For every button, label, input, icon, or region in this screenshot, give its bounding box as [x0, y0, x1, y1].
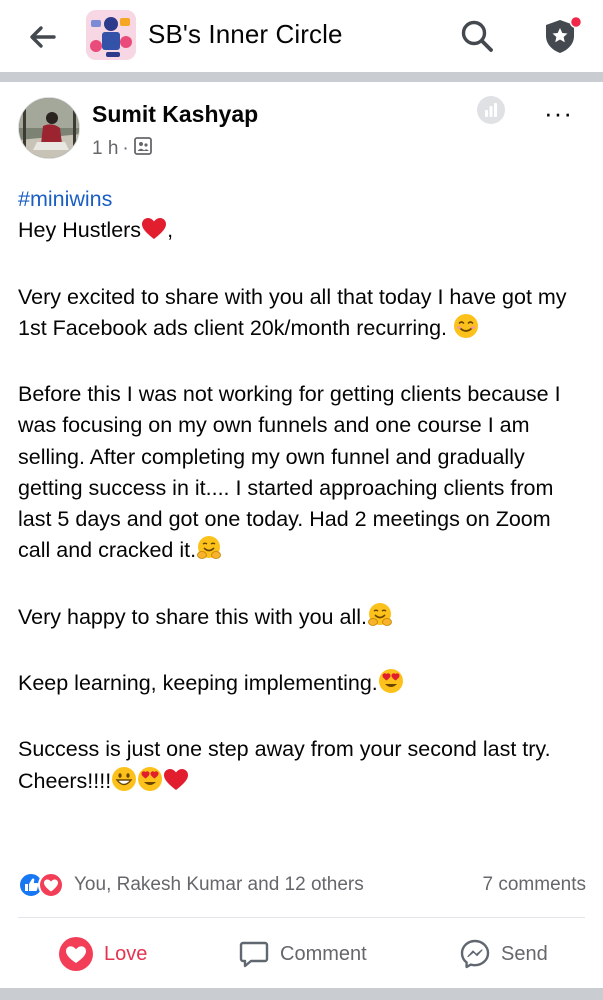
- post-time[interactable]: 1 h: [92, 138, 118, 160]
- post-header: Sumit Kashyap 1 h · ···: [0, 82, 603, 174]
- author-avatar[interactable]: [18, 97, 80, 159]
- hugging-face-emoji-icon: [367, 602, 393, 637]
- comment-label: Comment: [280, 942, 367, 965]
- greeting-suffix: ,: [167, 218, 174, 243]
- send-label: Send: [501, 942, 548, 965]
- greeting-text: Hey Hustlers: [18, 218, 142, 243]
- grinning-face-emoji-icon: [111, 766, 137, 801]
- messenger-icon: [460, 939, 490, 969]
- post-meta: 1 h ·: [92, 136, 153, 162]
- post-body: #miniwins Hey Hustlers, Very excited to …: [18, 184, 588, 801]
- love-label: Love: [104, 942, 148, 965]
- reactions-text[interactable]: You, Rakesh Kumar and 12 others: [74, 874, 364, 896]
- comment-icon: [239, 941, 269, 968]
- group-members-icon: [133, 136, 153, 162]
- post-insights-icon[interactable]: [477, 96, 505, 124]
- hashtag-link[interactable]: #miniwins: [18, 187, 112, 211]
- hugging-face-emoji-icon: [196, 535, 222, 570]
- top-app-bar: SB's Inner Circle: [0, 0, 603, 72]
- author-name[interactable]: Sumit Kashyap: [92, 101, 258, 128]
- smiling-face-emoji-icon: [453, 313, 479, 348]
- paragraph-5: Success is just one step away from your …: [18, 737, 551, 793]
- paragraph-3: Very happy to share this with you all.: [18, 604, 367, 629]
- love-reaction-icon: [59, 937, 93, 971]
- meta-separator: ·: [122, 138, 129, 159]
- paragraph-2: Before this I was not working for gettin…: [18, 382, 561, 563]
- post-actions: Love Comment Send: [0, 918, 603, 988]
- notification-dot: [569, 15, 583, 29]
- heart-eyes-emoji-icon: [378, 668, 404, 703]
- love-button[interactable]: Love: [58, 934, 147, 974]
- more-options-icon[interactable]: ···: [544, 98, 573, 129]
- paragraph-4: Keep learning, keeping implementing.: [18, 670, 378, 695]
- group-title[interactable]: SB's Inner Circle: [148, 19, 343, 50]
- bottom-divider: [0, 988, 603, 1000]
- back-arrow-icon[interactable]: [26, 20, 60, 54]
- comment-button[interactable]: Comment: [238, 934, 367, 974]
- reactions-summary[interactable]: You, Rakesh Kumar and 12 others 7 commen…: [18, 870, 588, 900]
- paragraph-1: Very excited to share with you all that …: [18, 284, 567, 340]
- red-heart-emoji-icon: [163, 768, 189, 801]
- section-divider: [0, 72, 603, 82]
- comments-count[interactable]: 7 comments: [483, 874, 586, 896]
- admin-shield-icon[interactable]: [540, 14, 584, 58]
- send-button[interactable]: Send: [459, 934, 548, 974]
- group-avatar[interactable]: [86, 10, 136, 60]
- red-heart-emoji-icon: [141, 217, 167, 250]
- reaction-icons: [18, 872, 68, 898]
- heart-eyes-emoji-icon: [137, 766, 163, 801]
- search-icon[interactable]: [458, 17, 496, 55]
